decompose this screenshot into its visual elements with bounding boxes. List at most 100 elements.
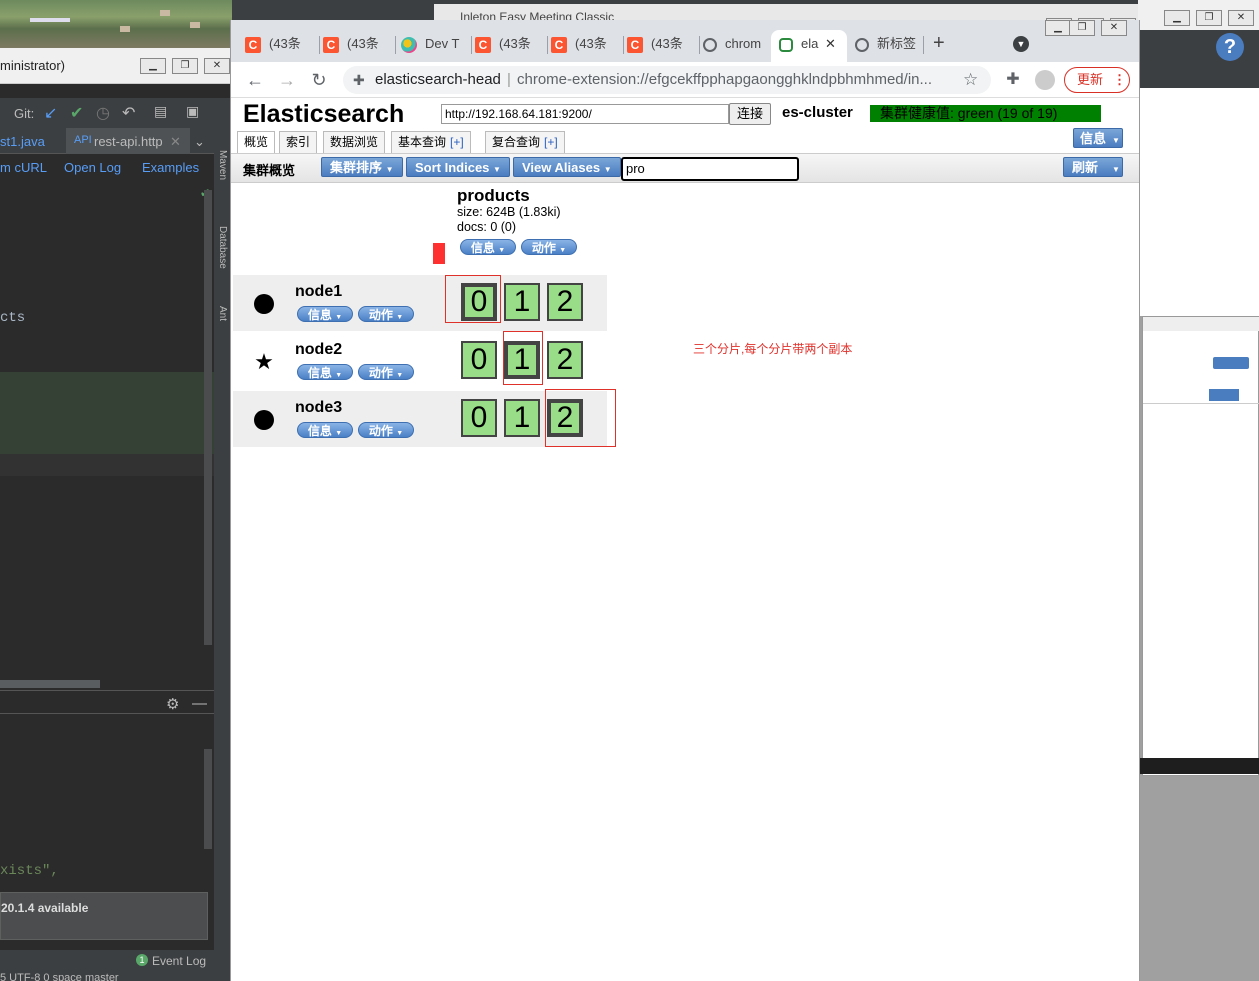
link-examples[interactable]: Examples [142, 160, 199, 175]
tab-overview[interactable]: 概览 [237, 131, 276, 153]
tab-search-icon[interactable]: ▼ [1013, 36, 1029, 52]
node-action-button[interactable]: 动作 ▼ [358, 422, 414, 438]
extensions-icon[interactable]: ✚ [1001, 68, 1025, 92]
code-string-fragment: xists", [0, 863, 59, 879]
editor-tab-http[interactable]: rest-api.http [94, 134, 163, 149]
star-icon[interactable]: ☆ [963, 66, 978, 94]
minimize-icon[interactable]: ▁ [1045, 20, 1071, 36]
node-row-node2: ★ node2 信息 ▼ 动作 ▼ 0 1 2 [233, 333, 607, 389]
help-icon[interactable]: ? [1216, 33, 1244, 61]
minimize-icon[interactable]: ▁ [140, 58, 166, 74]
tab-add[interactable]: [+] [450, 135, 464, 149]
elasticsearch-head-icon [779, 37, 793, 52]
layout-icon[interactable]: ▣ [186, 103, 199, 120]
back-icon[interactable]: ← [243, 68, 267, 92]
chevron-down-icon[interactable]: ⌄ [194, 134, 205, 150]
browser-tab-1[interactable]: C (43条 [245, 30, 315, 62]
node-name: node3 [295, 399, 343, 416]
browser-tab-3[interactable]: Dev T [401, 30, 467, 62]
shard-2-replica[interactable]: 2 [547, 283, 583, 321]
close-icon[interactable]: ✕ [1101, 20, 1127, 36]
update-project-icon[interactable]: ↙ [44, 103, 57, 123]
horizontal-scrollbar[interactable] [0, 680, 100, 688]
shard-2-replica[interactable]: 2 [547, 341, 583, 379]
browser-tab-active[interactable]: ela ✕ [771, 30, 847, 62]
tab-indices[interactable]: 索引 [279, 131, 318, 153]
database-tab[interactable]: Database [217, 226, 228, 269]
index-action-button[interactable]: 动作 ▼ [521, 239, 577, 255]
panel-scrollbar[interactable] [204, 749, 212, 849]
tab-compound-query[interactable]: 复合查询 [+] [485, 131, 565, 153]
cluster-url-input[interactable]: http://192.168.64.181:9200/ [441, 104, 729, 124]
browser-tab-7[interactable]: chrom [703, 30, 767, 62]
restore-icon[interactable]: ❐ [172, 58, 198, 74]
elastic-icon [401, 36, 417, 53]
tab-basic-query[interactable]: 基本查询 [+] [391, 131, 471, 153]
tab-add[interactable]: [+] [544, 135, 558, 149]
sort-indices-button[interactable]: Sort Indices ▼ [406, 157, 510, 177]
caret-down-icon: ▼ [1112, 165, 1120, 174]
link-open-log[interactable]: Open Log [64, 160, 121, 175]
button-label: 动作 [531, 241, 556, 255]
omnibox[interactable]: ✚ elasticsearch-head | chrome-extension:… [343, 66, 991, 94]
reload-icon[interactable]: ↻ [307, 68, 331, 92]
refresh-button[interactable]: 刷新 ▼ [1063, 157, 1123, 177]
ant-tab[interactable]: Ant [217, 306, 228, 321]
update-button[interactable]: 更新 ⋮ [1064, 67, 1130, 93]
browser-tab-9[interactable]: 新标签 [855, 30, 925, 62]
hide-icon[interactable]: — [192, 695, 207, 712]
forward-icon[interactable]: → [275, 68, 299, 92]
node-info-button[interactable]: 信息 ▼ [297, 306, 353, 322]
browser-tab-5[interactable]: C (43条 [551, 30, 619, 62]
close-icon[interactable]: ✕ [204, 58, 230, 74]
tab-close-icon[interactable]: ✕ [170, 134, 181, 150]
project-structure-icon[interactable]: ▤ [154, 103, 167, 120]
sort-cluster-button[interactable]: 集群排序 ▼ [321, 157, 403, 177]
tab-browser[interactable]: 数据浏览 [323, 131, 386, 153]
more-icon[interactable]: ⋮ [1113, 68, 1126, 92]
shard-1-replica[interactable]: 1 [504, 283, 540, 321]
tab-close-icon[interactable]: ✕ [825, 30, 836, 58]
index-filter-input[interactable]: pro [621, 157, 799, 181]
index-info-button[interactable]: 信息 ▼ [460, 239, 516, 255]
new-tab-button[interactable]: + [933, 32, 945, 55]
node-name: node1 [295, 283, 343, 300]
update-notification[interactable]: 20.1.4 available [0, 892, 208, 940]
editor-tab-java[interactable]: st1.java [0, 134, 45, 149]
code-fragment: cts [0, 310, 26, 326]
tab-label: 概览 [244, 135, 269, 149]
vertical-scrollbar[interactable] [204, 190, 212, 645]
view-aliases-button[interactable]: View Aliases ▼ [513, 157, 621, 177]
node-info-button[interactable]: 信息 ▼ [297, 422, 353, 438]
link-curl[interactable]: m cURL [0, 160, 47, 175]
maven-tab[interactable]: Maven [217, 150, 228, 180]
browser-tab-6[interactable]: C (43条 [627, 30, 695, 62]
browser-tab-4[interactable]: C (43条 [475, 30, 543, 62]
restore-icon[interactable]: ❐ [1196, 10, 1222, 26]
gear-icon[interactable]: ⚙ [166, 695, 179, 713]
event-log-link[interactable]: Event Log [152, 954, 206, 968]
restore-icon[interactable]: ❐ [1069, 20, 1095, 36]
info-menu-button[interactable]: 信息 ▼ [1073, 128, 1123, 148]
extension-icon: ✚ [353, 72, 365, 88]
rollback-icon[interactable]: ↶ [122, 103, 135, 123]
es-head-page: Elasticsearch http://192.168.64.181:9200… [231, 98, 1139, 981]
caret-down-icon: ▼ [559, 247, 567, 254]
history-icon[interactable]: ◷ [96, 103, 110, 123]
close-icon[interactable]: ✕ [1228, 10, 1254, 26]
profile-avatar[interactable] [1035, 70, 1055, 90]
commit-icon[interactable]: ✔ [70, 103, 83, 123]
node-info-button[interactable]: 信息 ▼ [297, 364, 353, 380]
shard-1-replica[interactable]: 1 [504, 399, 540, 437]
git-label: Git: [14, 106, 35, 121]
node-action-button[interactable]: 动作 ▼ [358, 364, 414, 380]
minimize-icon[interactable]: ▁ [1164, 10, 1190, 26]
shard-0-replica[interactable]: 0 [461, 399, 497, 437]
shard-0-replica[interactable]: 0 [461, 341, 497, 379]
browser-window: C (43条 C (43条 Dev T C (43条 C (43条 C (43条 chro… [230, 20, 1140, 981]
line-highlight [0, 454, 214, 476]
browser-tab-2[interactable]: C (43条 [323, 30, 391, 62]
connect-button[interactable]: 连接 [729, 103, 771, 125]
caret-down-icon: ▼ [335, 314, 343, 321]
node-action-button[interactable]: 动作 ▼ [358, 306, 414, 322]
